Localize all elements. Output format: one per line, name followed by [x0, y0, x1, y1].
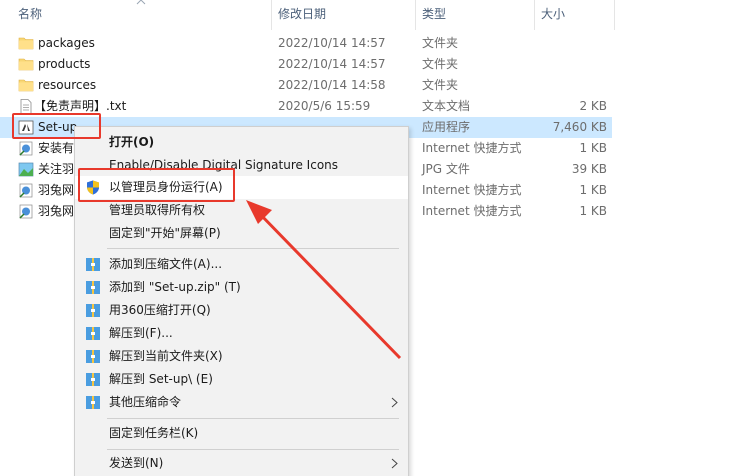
sort-ascending-icon — [136, 0, 146, 5]
file-date: 2022/10/14 14:58 — [278, 78, 386, 92]
file-name: packages — [38, 36, 95, 50]
file-type: JPG 文件 — [422, 162, 470, 176]
menu-item-label: 添加到 "Set-up.zip" (T) — [109, 280, 241, 294]
menu-item-label: 用360压缩打开(Q) — [109, 303, 211, 317]
column-header-date[interactable]: 修改日期 — [278, 0, 326, 30]
menu-item-extract-folder[interactable]: 解压到 Set-up\ (E) — [75, 368, 408, 391]
file-type: 文件夹 — [422, 36, 459, 50]
file-date: 2020/5/6 15:59 — [278, 99, 371, 113]
column-header-size[interactable]: 大小 — [541, 0, 565, 30]
file-type: Internet 快捷方式 — [422, 204, 522, 218]
file-date: 2022/10/14 14:57 — [278, 57, 386, 71]
menu-item-add-archive[interactable]: 添加到压缩文件(A)... — [75, 253, 408, 276]
annotation-box-run-as-admin — [78, 168, 235, 202]
menu-item-send-to[interactable]: 发送到(N) — [75, 452, 408, 475]
folder-icon — [18, 79, 34, 92]
menu-item-label: 管理员取得所有权 — [109, 203, 206, 217]
menu-separator — [107, 418, 399, 419]
menu-separator — [107, 449, 399, 450]
internet-shortcut-icon — [19, 204, 33, 219]
file-size: 1 KB — [579, 204, 607, 218]
internet-shortcut-icon — [19, 141, 33, 156]
column-divider[interactable] — [271, 0, 272, 30]
chevron-right-icon — [391, 458, 398, 469]
column-header-name[interactable]: 名称 — [18, 0, 42, 30]
file-name: 羽兔网 — [38, 183, 75, 197]
archive-icon — [86, 350, 100, 363]
menu-item-open[interactable]: 打开(O) — [75, 131, 408, 154]
file-row-products[interactable]: products 2022/10/14 14:57 文件夹 — [0, 54, 612, 75]
menu-item-label: 解压到(F)... — [109, 326, 173, 340]
folder-icon — [18, 37, 34, 50]
menu-item-label: 打开(O) — [109, 135, 155, 149]
file-name: 羽兔网 — [38, 204, 75, 218]
column-divider[interactable] — [534, 0, 535, 30]
menu-item-label: 发送到(N) — [109, 456, 164, 470]
column-header-type[interactable]: 类型 — [422, 0, 446, 30]
archive-icon — [86, 281, 100, 294]
file-type: 文件夹 — [422, 57, 459, 71]
folder-icon — [18, 58, 34, 71]
menu-item-other-commands[interactable]: 其他压缩命令 — [75, 391, 408, 414]
archive-icon — [86, 304, 100, 317]
archive-icon — [86, 373, 100, 386]
file-size: 2 KB — [579, 99, 607, 113]
menu-item-pin-taskbar[interactable]: 固定到任务栏(K) — [75, 422, 408, 445]
file-name: 关注羽 — [38, 162, 75, 176]
menu-item-label: 添加到压缩文件(A)... — [109, 257, 223, 271]
menu-item-label: 解压到当前文件夹(X) — [109, 349, 223, 363]
file-size: 1 KB — [579, 183, 607, 197]
menu-item-open-360[interactable]: 用360压缩打开(Q) — [75, 299, 408, 322]
file-name: products — [38, 57, 91, 71]
menu-item-extract-to[interactable]: 解压到(F)... — [75, 322, 408, 345]
file-date: 2022/10/14 14:57 — [278, 36, 386, 50]
menu-item-take-ownership[interactable]: 管理员取得所有权 — [75, 199, 408, 222]
text-file-icon — [20, 99, 32, 114]
file-type: 应用程序 — [422, 120, 471, 134]
file-row-resources[interactable]: resources 2022/10/14 14:58 文件夹 — [0, 75, 612, 96]
file-name: resources — [38, 78, 97, 92]
file-type: Internet 快捷方式 — [422, 141, 522, 155]
menu-item-label: 其他压缩命令 — [109, 395, 182, 409]
menu-item-label: 固定到"开始"屏幕(P) — [109, 226, 221, 240]
annotation-box-setup — [12, 113, 101, 139]
file-type: 文件夹 — [422, 78, 459, 92]
archive-icon — [86, 327, 100, 340]
menu-separator — [107, 248, 399, 249]
menu-item-add-zip[interactable]: 添加到 "Set-up.zip" (T) — [75, 276, 408, 299]
menu-item-label: 固定到任务栏(K) — [109, 426, 199, 440]
column-divider[interactable] — [415, 0, 416, 30]
file-row-packages[interactable]: packages 2022/10/14 14:57 文件夹 — [0, 33, 612, 54]
archive-icon — [86, 258, 100, 271]
internet-shortcut-icon — [19, 183, 33, 198]
file-name: 安装有 — [38, 141, 75, 155]
file-size: 1 KB — [579, 141, 607, 155]
menu-item-pin-start[interactable]: 固定到"开始"屏幕(P) — [75, 222, 408, 245]
file-list-header: 名称 修改日期 类型 大小 — [0, 0, 738, 30]
chevron-right-icon — [391, 397, 398, 408]
archive-icon — [86, 396, 100, 409]
file-size: 39 KB — [571, 162, 607, 176]
image-file-icon — [18, 162, 34, 177]
file-type: 文本文档 — [422, 99, 471, 113]
file-size: 7,460 KB — [552, 120, 607, 134]
column-divider[interactable] — [614, 0, 615, 30]
menu-item-label: 解压到 Set-up\ (E) — [109, 372, 213, 386]
file-type: Internet 快捷方式 — [422, 183, 522, 197]
menu-item-extract-here[interactable]: 解压到当前文件夹(X) — [75, 345, 408, 368]
